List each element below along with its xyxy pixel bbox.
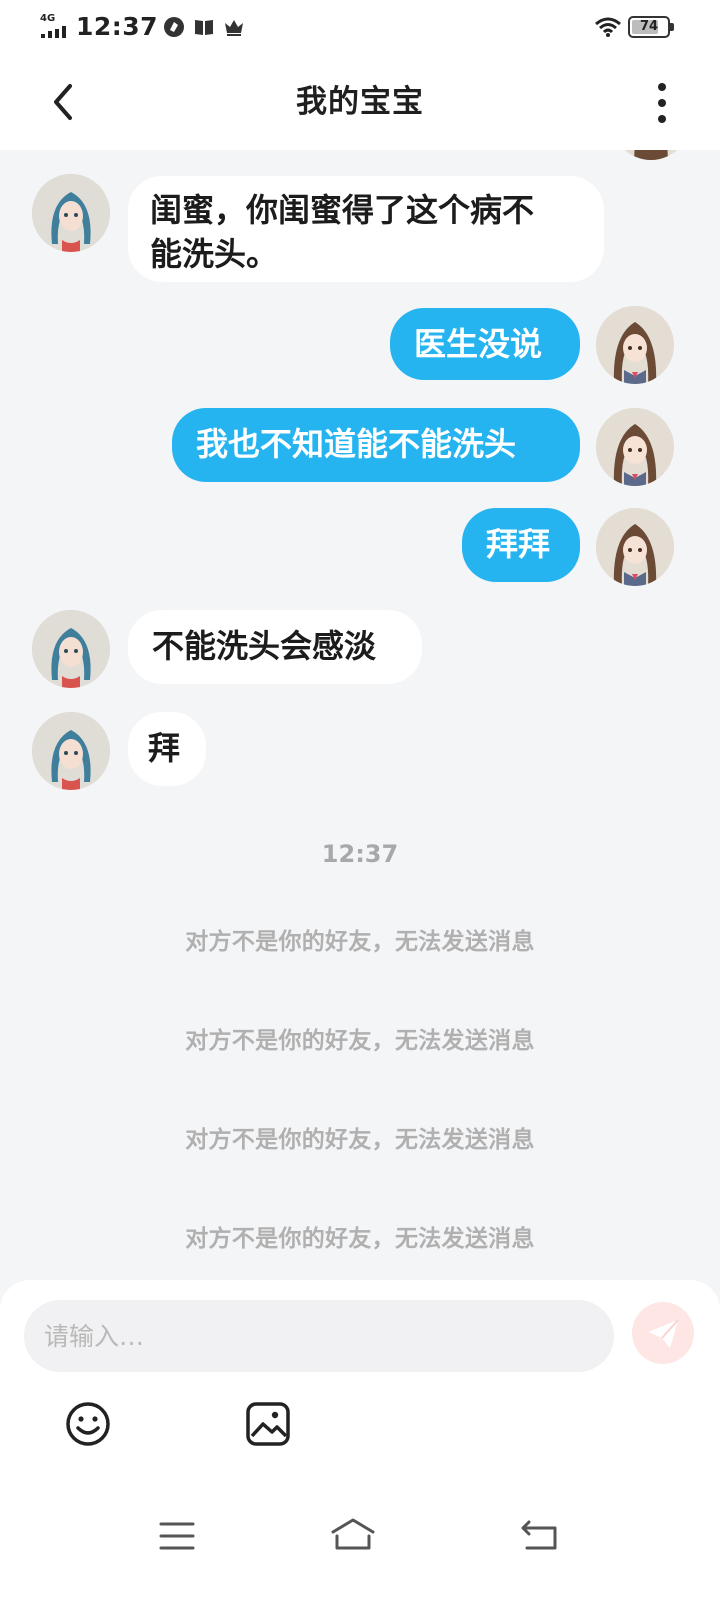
avatar[interactable]: [596, 306, 674, 384]
brown-hair-girl-avatar: [596, 508, 674, 586]
menu-icon: [159, 1522, 195, 1550]
more-options-button[interactable]: [652, 78, 700, 128]
home-nav-button[interactable]: [329, 1512, 377, 1560]
avatar[interactable]: [612, 150, 690, 160]
blue-hair-girl-avatar: [32, 174, 110, 252]
timestamp-separator: 12:37: [321, 840, 399, 868]
brown-hair-girl-avatar: [596, 408, 674, 486]
brown-hair-girl-avatar: [596, 306, 674, 384]
wifi-icon: [595, 17, 621, 37]
avatar[interactable]: [32, 610, 110, 688]
image-button[interactable]: [244, 1400, 292, 1448]
blue-hair-girl-avatar: [32, 610, 110, 688]
message-bubble[interactable]: 拜: [128, 712, 206, 786]
network-type: 4G: [40, 13, 56, 24]
message-bubble[interactable]: 闺蜜，你闺蜜得了这个病不 能洗头。: [128, 176, 604, 282]
avatar[interactable]: [32, 174, 110, 252]
avatar[interactable]: [596, 408, 674, 486]
message-bubble[interactable]: 我也不知道能不能洗头: [172, 408, 580, 482]
battery-icon: 74: [628, 16, 670, 38]
message-bubble[interactable]: 拜拜: [462, 508, 580, 582]
return-icon: [521, 1520, 557, 1550]
chat-message-list[interactable]: 闺蜜，你闺蜜得了这个病不 能洗头。 医生没说 我也不知道能不能洗头 拜拜 不能洗…: [0, 150, 720, 1280]
message-bubble[interactable]: 不能洗头会感淡: [128, 610, 422, 684]
blue-hair-girl-avatar: [32, 712, 110, 790]
menu-nav-button[interactable]: [153, 1512, 201, 1560]
message-text: 不能洗头会感淡: [152, 627, 377, 665]
system-notice: 对方不是你的好友，无法发送消息: [185, 1127, 535, 1153]
emoji-button[interactable]: [64, 1400, 112, 1448]
battery-level: 74: [639, 19, 659, 34]
message-bubble[interactable]: 医生没说: [390, 308, 580, 380]
avatar[interactable]: [596, 508, 674, 586]
chat-header: 我的宝宝: [0, 56, 720, 150]
message-text: 能洗头。: [150, 235, 279, 273]
page-title: 我的宝宝: [296, 84, 424, 120]
send-button[interactable]: [632, 1302, 694, 1364]
status-time: 12:37: [76, 12, 159, 41]
nfc-icon: [164, 17, 184, 37]
send-icon: [648, 1319, 679, 1348]
image-icon: [246, 1402, 290, 1446]
message-text: 我也不知道能不能洗头: [196, 425, 517, 463]
notification-icons: [163, 16, 245, 38]
message-text: 拜拜: [486, 525, 551, 563]
message-text: 医生没说: [414, 325, 543, 363]
crown-icon: [225, 20, 243, 36]
avatar[interactable]: [32, 712, 110, 790]
book-icon: [195, 20, 213, 35]
system-notice: 对方不是你的好友，无法发送消息: [185, 1226, 535, 1252]
brown-hair-girl-avatar: [612, 150, 690, 160]
signal-icon: [41, 26, 66, 38]
system-notice: 对方不是你的好友，无法发送消息: [185, 1028, 535, 1054]
message-text: 闺蜜，你闺蜜得了这个病不: [150, 191, 535, 229]
smiley-icon: [66, 1402, 110, 1446]
message-text: 拜: [148, 729, 181, 767]
message-input[interactable]: [24, 1300, 614, 1372]
home-icon: [331, 1518, 375, 1550]
system-notice: 对方不是你的好友，无法发送消息: [185, 929, 535, 955]
more-vertical-icon: [658, 83, 666, 123]
back-nav-button[interactable]: [515, 1512, 563, 1560]
system-navigation-bar: [0, 1480, 720, 1600]
status-bar: 4G 12:37 74: [0, 0, 720, 56]
